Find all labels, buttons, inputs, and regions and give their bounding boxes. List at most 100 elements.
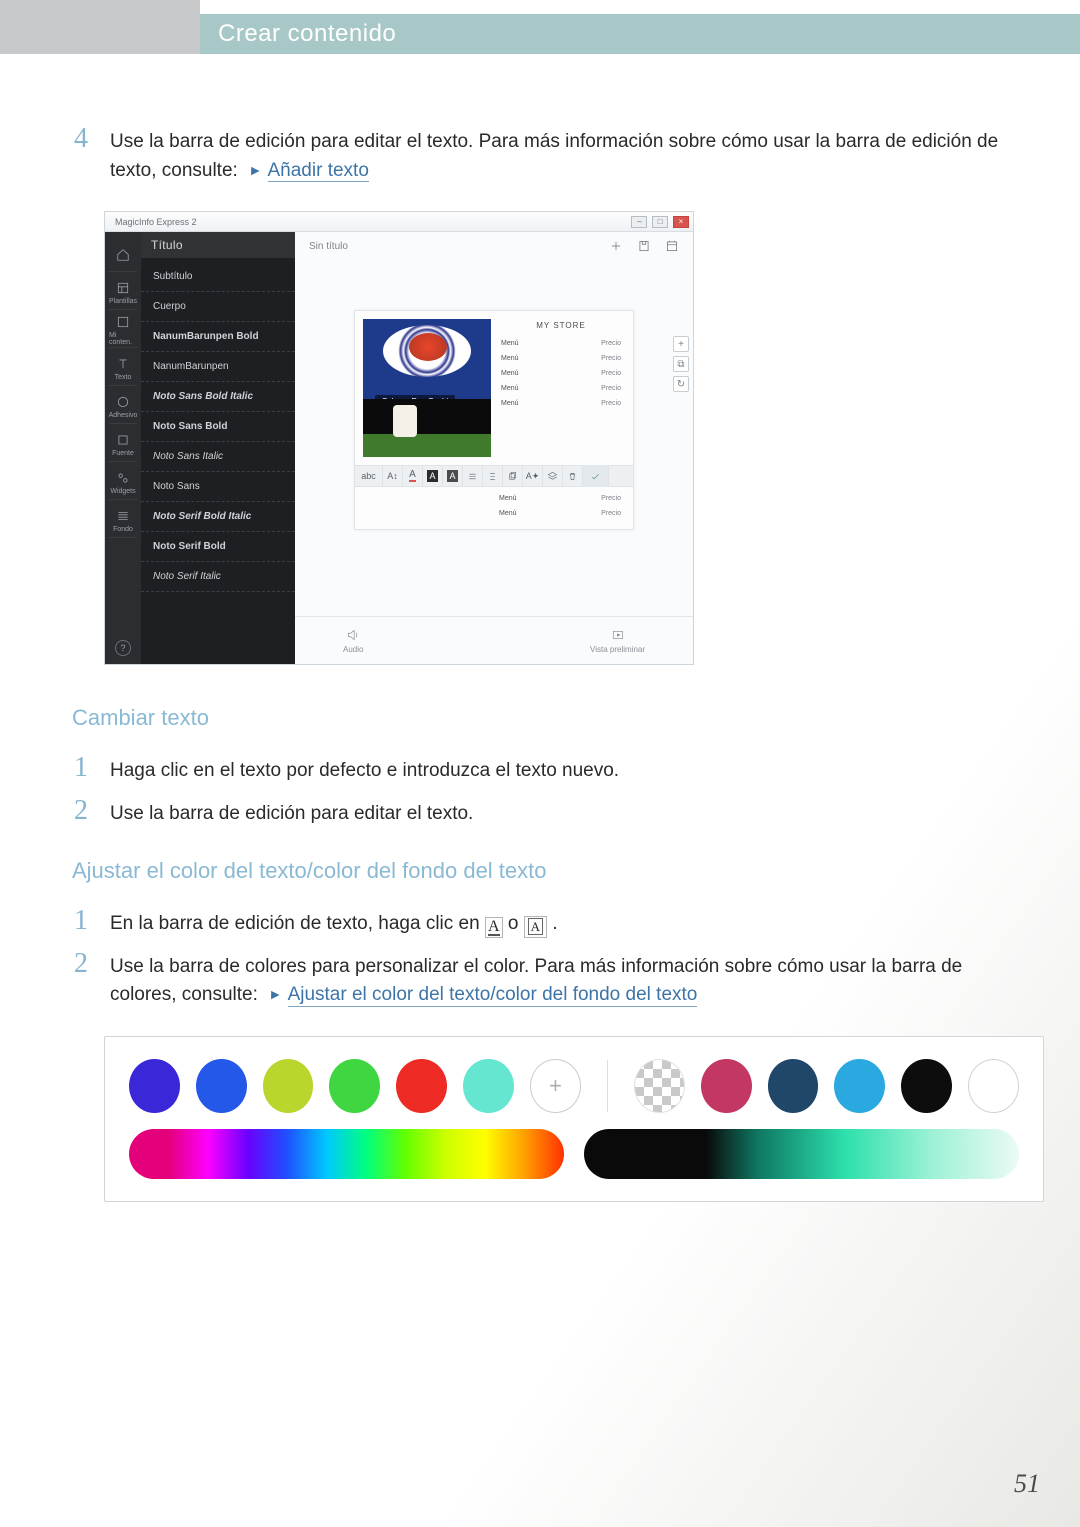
nav-text[interactable]: Texto	[109, 352, 137, 386]
step-number: 2	[72, 796, 88, 829]
tb-text-color-icon[interactable]: A	[403, 465, 423, 487]
font-option[interactable]: Noto Serif Bold Italic	[141, 502, 295, 532]
menu-row: MenúPrecio	[497, 336, 625, 351]
tb-input-mode[interactable]: abc	[355, 465, 383, 487]
lightness-slider[interactable]	[584, 1129, 1019, 1179]
tb-align-icon[interactable]	[463, 465, 483, 487]
link-adjust-color[interactable]: Ajustar el color del texto/color del fon…	[288, 985, 698, 1007]
ctrl-rotate-icon[interactable]: ↻	[673, 376, 689, 392]
color-swatch[interactable]	[701, 1059, 752, 1113]
menu-row: MenúPrecio	[495, 506, 625, 521]
preview-button[interactable]: Vista preliminar	[590, 628, 645, 654]
tb-delete-icon[interactable]	[563, 465, 583, 487]
hue-slider[interactable]	[129, 1129, 564, 1179]
color-transparent[interactable]	[634, 1059, 685, 1113]
font-option[interactable]: Noto Serif Italic	[141, 562, 295, 592]
color-swatch[interactable]	[129, 1059, 180, 1113]
font-option[interactable]: Noto Sans Bold	[141, 412, 295, 442]
nav-my-content[interactable]: Mi conten.	[109, 314, 137, 348]
audio-button[interactable]: Audio	[343, 628, 363, 654]
add-icon[interactable]	[609, 239, 623, 253]
help-icon[interactable]: ?	[115, 640, 131, 656]
tb-bg-color-icon[interactable]: A	[423, 465, 443, 487]
nav-home[interactable]	[109, 238, 137, 272]
color-swatch[interactable]	[834, 1059, 885, 1113]
board-title: MY STORE	[497, 321, 625, 330]
color-swatch[interactable]	[768, 1059, 819, 1113]
menu-row: MenúPrecio	[495, 491, 625, 506]
color-swatch[interactable]	[329, 1059, 380, 1113]
tb-effect-icon[interactable]: A✦	[523, 465, 543, 487]
canvas-area: Sin título Salmon Roe Sushi	[295, 232, 693, 664]
color-swatch[interactable]	[263, 1059, 314, 1113]
font-option[interactable]: Noto Serif Bold	[141, 532, 295, 562]
font-option[interactable]: Subtítulo	[141, 262, 295, 292]
step-number: 1	[72, 906, 88, 939]
font-option[interactable]: Cuerpo	[141, 292, 295, 322]
step-number: 4	[72, 124, 88, 185]
step-text: En la barra de edición de texto, haga cl…	[110, 906, 558, 939]
color-swatch[interactable]	[901, 1059, 952, 1113]
menu-row: MenúPrecio	[497, 381, 625, 396]
tb-bg-color2-icon[interactable]: A	[443, 465, 463, 487]
save-icon[interactable]	[637, 239, 651, 253]
app-screenshot: MagicInfo Express 2 – □ × Plantillas Mi …	[104, 211, 694, 665]
divider	[607, 1060, 608, 1112]
color-add-button[interactable]: +	[530, 1059, 581, 1113]
tb-confirm-icon[interactable]	[583, 465, 609, 487]
page-title: Crear contenido	[200, 14, 1080, 54]
text-edit-toolbar: abc A↕ A A A A✦	[355, 465, 633, 487]
step-text: Use la barra de edición para editar el t…	[110, 124, 1008, 185]
doc-title: Sin título	[309, 241, 348, 252]
nav-templates[interactable]: Plantillas	[109, 276, 137, 310]
window-controls: – □ ×	[629, 216, 689, 228]
color-swatch[interactable]	[463, 1059, 514, 1113]
menu-row: MenúPrecio	[497, 366, 625, 381]
font-option[interactable]: Noto Sans	[141, 472, 295, 502]
minimize-icon[interactable]: –	[631, 216, 647, 228]
page-number: 51	[1014, 1469, 1040, 1499]
menu-row: MenúPrecio	[497, 396, 625, 411]
color-swatch-white[interactable]	[968, 1059, 1019, 1113]
color-swatch[interactable]	[196, 1059, 247, 1113]
maximize-icon[interactable]: □	[652, 216, 668, 228]
font-panel: Título SubtítuloCuerpoNanumBarunpen Bold…	[141, 232, 295, 664]
color-toolbar: +	[104, 1036, 1044, 1202]
text-bg-color-icon: A	[524, 916, 547, 938]
tb-valign-icon[interactable]	[483, 465, 503, 487]
section-change-text: Cambiar texto	[72, 705, 1008, 731]
link-arrow-icon: ►	[268, 986, 282, 1002]
ctrl-plus-icon[interactable]: +	[673, 336, 689, 352]
text-color-icon: A	[485, 917, 503, 938]
step-number: 2	[72, 949, 88, 1010]
color-swatch[interactable]	[396, 1059, 447, 1113]
font-option[interactable]: NanumBarunpen Bold	[141, 322, 295, 352]
step-body: Use la barra de edición para editar el t…	[110, 131, 998, 181]
header-tab	[0, 0, 200, 54]
app-nav-rail: Plantillas Mi conten. Texto Adhesivo Fue…	[105, 232, 141, 664]
nav-sticker[interactable]: Adhesivo	[109, 390, 137, 424]
canvas-side-controls: + ⧉ ↻	[673, 336, 689, 392]
window-titlebar: MagicInfo Express 2 – □ ×	[105, 212, 693, 232]
calendar-icon[interactable]	[665, 239, 679, 253]
font-option[interactable]: NanumBarunpen	[141, 352, 295, 382]
nav-font[interactable]: Fuente	[109, 428, 137, 462]
step-text: Use la barra de edición para editar el t…	[110, 796, 473, 829]
font-option[interactable]: Noto Sans Bold Italic	[141, 382, 295, 412]
step-text: Use la barra de colores para personaliza…	[110, 949, 1008, 1010]
link-arrow-icon: ►	[248, 162, 262, 178]
tb-copy-icon[interactable]	[503, 465, 523, 487]
link-add-text[interactable]: Añadir texto	[268, 161, 369, 183]
window-title: MagicInfo Express 2	[109, 217, 197, 227]
font-option[interactable]: Noto Sans Italic	[141, 442, 295, 472]
nav-background[interactable]: Fondo	[109, 504, 137, 538]
close-icon[interactable]: ×	[673, 216, 689, 228]
section-adjust-color: Ajustar el color del texto/color del fon…	[72, 858, 1008, 884]
step-number: 1	[72, 753, 88, 786]
step-text: Haga clic en el texto por defecto e intr…	[110, 753, 619, 786]
menu-board: Salmon Roe Sushi MY STORE MenúPrecioMenú…	[354, 310, 634, 530]
tb-font-size[interactable]: A↕	[383, 465, 403, 487]
tb-layers-icon[interactable]	[543, 465, 563, 487]
nav-widgets[interactable]: Widgets	[109, 466, 137, 500]
ctrl-dup-icon[interactable]: ⧉	[673, 356, 689, 372]
